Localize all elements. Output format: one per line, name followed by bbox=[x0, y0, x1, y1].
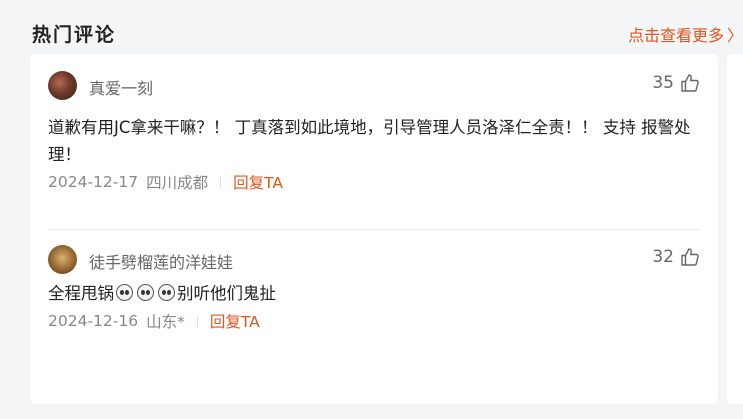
comment-date: 2024-12-16 bbox=[48, 312, 139, 330]
comment-text: 全程甩锅 别听他们鬼扯 bbox=[48, 280, 700, 307]
thumbs-up-icon bbox=[681, 248, 699, 266]
section-header: 热门评论 点击查看更多〉 bbox=[32, 20, 743, 48]
like-count: 32 bbox=[652, 247, 674, 267]
comment-item: 真爱一刻 35 道歉有用JC拿来干嘛？！ 丁真落到如此境地，引导管理人员洛泽仁全… bbox=[48, 70, 700, 192]
like-button[interactable]: 35 bbox=[652, 73, 700, 93]
comments-panel: 真爱一刻 35 道歉有用JC拿来干嘛？！ 丁真落到如此境地，引导管理人员洛泽仁全… bbox=[30, 54, 718, 404]
avatar[interactable] bbox=[48, 245, 77, 274]
chevron-right-icon: 〉 bbox=[726, 26, 743, 45]
reply-button[interactable]: 回复TA bbox=[233, 171, 283, 193]
thumbs-up-icon bbox=[681, 74, 699, 92]
comment-text: 道歉有用JC拿来干嘛？！ 丁真落到如此境地，引导管理人员洛泽仁全责！！ 支持 报… bbox=[48, 118, 691, 164]
meta-divider bbox=[220, 176, 222, 188]
scared-face-emoji-icon bbox=[116, 284, 133, 301]
meta-divider bbox=[196, 315, 198, 327]
comment-location: 山东* bbox=[146, 313, 185, 331]
comment-item: 徒手劈榴莲的洋娃娃 32 全程甩锅 别听他们鬼扯 2024-12-16 山东* 回… bbox=[48, 244, 700, 331]
comment-location: 四川成都 bbox=[146, 174, 209, 192]
like-count: 35 bbox=[652, 73, 674, 93]
comment-text-before: 全程甩锅 bbox=[48, 284, 114, 303]
view-more-label: 点击查看更多 bbox=[627, 26, 724, 45]
comment-meta: 2024-12-16 山东* 回复TA bbox=[48, 311, 700, 331]
avatar[interactable] bbox=[48, 71, 77, 100]
comment-text-after: 别听他们鬼扯 bbox=[177, 284, 276, 303]
reply-button[interactable]: 回复TA bbox=[210, 310, 260, 332]
scared-face-emoji-icon bbox=[158, 284, 175, 301]
like-button[interactable]: 32 bbox=[652, 247, 700, 267]
comment-username[interactable]: 徒手劈榴莲的洋娃娃 bbox=[89, 249, 233, 273]
comment-username[interactable]: 真爱一刻 bbox=[89, 75, 153, 99]
comment-date: 2024-12-17 bbox=[48, 173, 139, 191]
section-title: 热门评论 bbox=[32, 24, 117, 46]
adjacent-panel bbox=[727, 54, 743, 404]
comment-divider bbox=[48, 229, 700, 230]
scared-face-emoji-icon bbox=[137, 284, 154, 301]
comment-meta: 2024-12-17 四川成都 回复TA bbox=[48, 172, 700, 192]
view-more-link[interactable]: 点击查看更多〉 bbox=[628, 22, 743, 46]
